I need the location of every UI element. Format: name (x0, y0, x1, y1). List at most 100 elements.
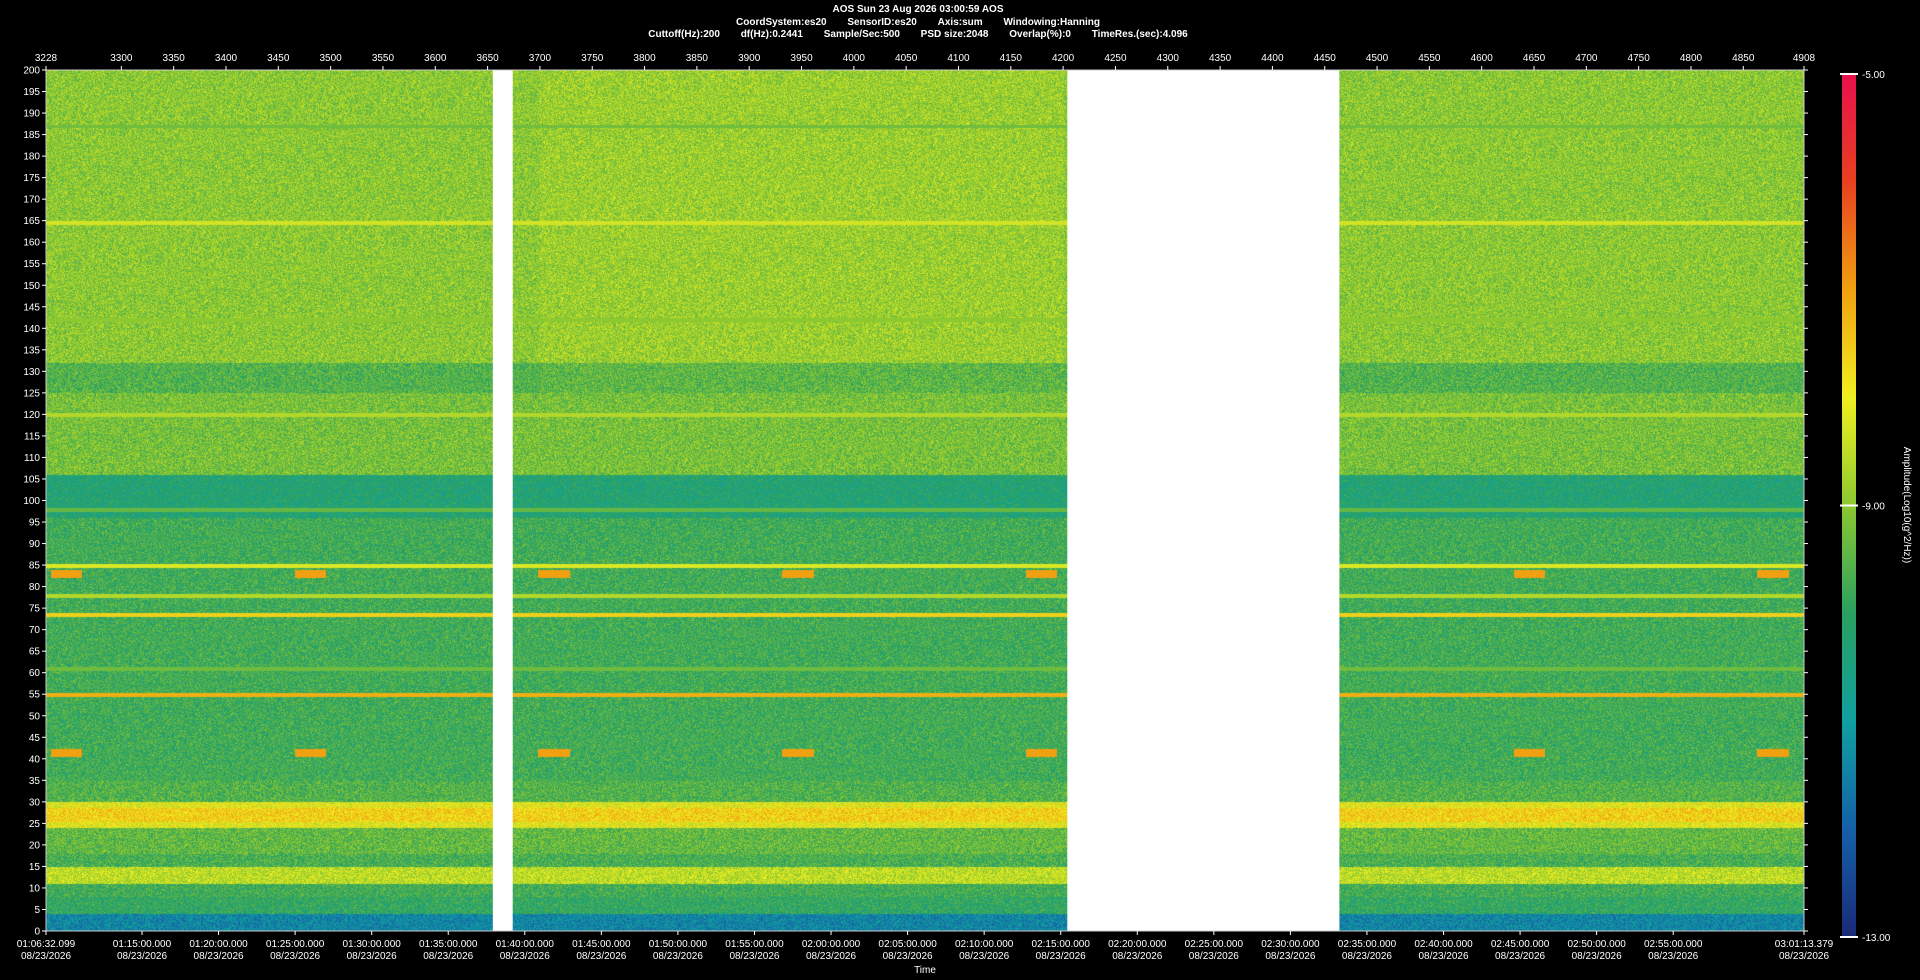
time-tick-label: 01:35:00.000 (419, 939, 478, 950)
date-tick-label: 08/23/2026 (347, 951, 397, 962)
y-tick-label: 75 (29, 604, 41, 615)
y-tick-label: 100 (23, 496, 40, 507)
date-tick-label: 08/23/2026 (576, 951, 626, 962)
top-tick-label: 3950 (790, 53, 813, 64)
time-tick-label: 02:20:00.000 (1108, 939, 1167, 950)
top-tick-label: 3450 (267, 53, 290, 64)
time-tick-label: 02:00:00.000 (802, 939, 861, 950)
y-tick-label: 35 (29, 776, 41, 787)
y-tick-label: 105 (23, 474, 40, 485)
y-tick-label: 90 (29, 539, 41, 550)
spectrogram-canvas (46, 70, 1804, 931)
date-tick-label: 08/23/2026 (194, 951, 244, 962)
date-tick-label: 08/23/2026 (1036, 951, 1086, 962)
bottom-axis: 01:06:32.09908/23/202601:15:00.00008/23/… (17, 931, 1834, 962)
data-gap (492, 70, 513, 931)
y-tick-label: 195 (23, 87, 40, 98)
x-axis-title: Time (914, 965, 936, 976)
y-tick-label: 120 (23, 410, 40, 421)
y-tick-label: 15 (29, 862, 41, 873)
top-tick-label: 4250 (1104, 53, 1127, 64)
top-tick-label: 4600 (1471, 53, 1494, 64)
date-tick-label: 08/23/2026 (21, 951, 71, 962)
time-tick-label: 02:30:00.000 (1261, 939, 1320, 950)
y-tick-label: 150 (23, 281, 40, 292)
top-tick-label: 4100 (947, 53, 970, 64)
time-tick-label: 01:30:00.000 (342, 939, 401, 950)
y-tick-label: 160 (23, 238, 40, 249)
y-tick-label: 135 (23, 345, 40, 356)
top-tick-label: 4300 (1157, 53, 1180, 64)
date-tick-label: 08/23/2026 (883, 951, 933, 962)
y-tick-label: 65 (29, 647, 41, 658)
date-tick-label: 08/23/2026 (423, 951, 473, 962)
y-tick-label: 155 (23, 259, 40, 270)
y-tick-label: 170 (23, 195, 40, 206)
y-tick-label: 165 (23, 216, 40, 227)
time-tick-label: 01:45:00.000 (572, 939, 631, 950)
top-tick-label: 3500 (320, 53, 343, 64)
time-tick-label: 01:25:00.000 (266, 939, 325, 950)
top-tick-label: 4450 (1314, 53, 1337, 64)
y-tick-label: 60 (29, 668, 41, 679)
top-tick-label: 4000 (843, 53, 866, 64)
time-tick-label: 02:45:00.000 (1491, 939, 1550, 950)
time-tick-label: 02:35:00.000 (1338, 939, 1397, 950)
date-tick-label: 08/23/2026 (117, 951, 167, 962)
top-tick-label: 3300 (110, 53, 133, 64)
time-tick-label: 01:50:00.000 (649, 939, 708, 950)
y-tick-label: 45 (29, 733, 41, 744)
date-tick-label: 08/23/2026 (1342, 951, 1392, 962)
y-tick-label: 20 (29, 840, 41, 851)
time-tick-label: 01:15:00.000 (113, 939, 172, 950)
top-tick-label: 4800 (1680, 53, 1703, 64)
top-tick-label: 3900 (738, 53, 761, 64)
top-tick-label: 4050 (895, 53, 918, 64)
date-tick-label: 08/23/2026 (1495, 951, 1545, 962)
colorbar-tick-label: -5.00 (1862, 70, 1885, 81)
date-tick-label: 08/23/2026 (1779, 951, 1829, 962)
top-tick-label: 3750 (581, 53, 604, 64)
y-tick-label: 55 (29, 690, 41, 701)
y-tick-label: 190 (23, 109, 40, 120)
top-tick-label: 3228 (35, 53, 58, 64)
top-tick-label: 4150 (1000, 53, 1023, 64)
y-tick-label: 85 (29, 561, 41, 572)
top-axis: 3228 3300 3350 3400 3450 3500 3550 3600 3650 3700… (35, 53, 1816, 70)
top-tick-label: 4700 (1575, 53, 1598, 64)
time-tick-label: 02:25:00.000 (1185, 939, 1244, 950)
time-tick-label: 03:01:13.379 (1775, 939, 1834, 950)
time-tick-label: 02:55:00.000 (1644, 939, 1703, 950)
y-tick-label: 125 (23, 388, 40, 399)
top-tick-label: 3550 (372, 53, 395, 64)
data-gap (1067, 70, 1340, 931)
y-tick-label: 140 (23, 324, 40, 335)
y-tick-label: 0 (34, 927, 40, 938)
date-tick-label: 08/23/2026 (959, 951, 1009, 962)
spectrogram-chart: 3228 3300 3350 3400 3450 3500 3550 3600 3650 3700… (17, 53, 1912, 976)
time-tick-label: 01:40:00.000 (496, 939, 555, 950)
time-tick-label: 02:15:00.000 (1032, 939, 1091, 950)
y-tick-label: 200 (23, 66, 40, 77)
top-tick-label: 4350 (1209, 53, 1232, 64)
top-tick-label: 3850 (686, 53, 709, 64)
y-tick-label: 80 (29, 582, 41, 593)
date-tick-label: 08/23/2026 (1418, 951, 1468, 962)
top-tick-label: 3600 (424, 53, 447, 64)
date-tick-label: 08/23/2026 (806, 951, 856, 962)
top-tick-label: 4650 (1523, 53, 1546, 64)
date-tick-label: 08/23/2026 (1648, 951, 1698, 962)
top-tick-label: 4908 (1793, 53, 1816, 64)
date-tick-label: 08/23/2026 (1265, 951, 1315, 962)
top-tick-label: 4850 (1732, 53, 1755, 64)
y-tick-label: 10 (29, 883, 41, 894)
y-tick-label: 175 (23, 173, 40, 184)
y-tick-label: 40 (29, 754, 41, 765)
time-tick-label: 02:05:00.000 (878, 939, 937, 950)
top-tick-label: 4550 (1418, 53, 1441, 64)
date-tick-label: 08/23/2026 (653, 951, 703, 962)
y-tick-label: 5 (34, 905, 40, 916)
top-tick-label: 4500 (1366, 53, 1389, 64)
date-tick-label: 08/23/2026 (270, 951, 320, 962)
time-tick-label: 02:10:00.000 (955, 939, 1014, 950)
